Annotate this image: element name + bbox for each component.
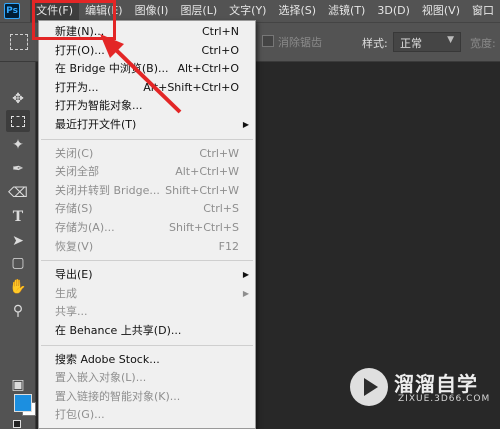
antialias-checkbox[interactable] — [262, 35, 274, 47]
menu-item[interactable]: 文字(Y) — [223, 0, 272, 22]
menu-separator — [41, 344, 253, 346]
menu-item-label: 搜索 Adobe Stock... — [55, 352, 160, 366]
file-menu-item[interactable]: 打开(O)... Ctrl+O — [39, 42, 255, 60]
antialias-label: 消除锯齿 — [278, 36, 322, 49]
menu-item-shortcut: Alt+Shift+Ctrl+O — [143, 80, 239, 94]
file-menu-item[interactable]: 在 Behance 上共享(D)... — [39, 322, 255, 340]
watermark: 溜溜自学 ZIXUE.3D66.COM — [350, 362, 500, 412]
chevron-down-icon: ▼ — [447, 35, 454, 45]
submenu-arrow-icon: ▶ — [242, 270, 249, 280]
watermark-url: ZIXUE.3D66.COM — [398, 394, 491, 404]
path-selection-tool-icon[interactable]: ➤ — [6, 230, 30, 252]
file-menu-dropdown: 新建(N)... Ctrl+N 打开(O)... Ctrl+O 在 Bridge 中浏览… — [38, 20, 256, 429]
style-select-value: 正常 — [400, 37, 422, 50]
shape-tool-icon[interactable]: ▢ — [6, 252, 30, 274]
style-select[interactable]: 正常 ▼ — [393, 32, 461, 52]
menu-item[interactable]: 滤镜(T) — [322, 0, 371, 22]
file-menu-item[interactable]: 打包(G)... — [39, 406, 255, 424]
menu-item-label: 打开为智能对象... — [55, 99, 143, 113]
menu-separator — [41, 138, 253, 140]
file-menu-item[interactable]: 打开为智能对象... — [39, 97, 255, 115]
menu-item[interactable]: 3D(D) — [371, 0, 416, 22]
menu-item-shortcut: Alt+Ctrl+O — [177, 62, 239, 76]
menu-item-shortcut: Ctrl+N — [201, 25, 239, 38]
menu-item[interactable]: 选择(S) — [272, 0, 322, 22]
menu-item-shortcut: Shift+Ctrl+S — [169, 221, 239, 234]
eraser-tool-icon[interactable]: ⌫ — [6, 182, 30, 204]
file-menu-item[interactable]: 关闭并转到 Bridge... Shift+Ctrl+W — [39, 182, 255, 200]
style-label: 样式: — [362, 37, 388, 50]
file-menu-item[interactable]: 置入链接的智能对象(K)... — [39, 388, 255, 406]
rect-marquee-icon[interactable] — [10, 34, 28, 50]
menu-item-label: 打包(G)... — [55, 408, 105, 422]
magic-wand-tool-icon[interactable]: ✦ — [6, 134, 30, 156]
menu-item[interactable]: 视图(V) — [416, 0, 466, 22]
menu-item-label: 关闭并转到 Bridge... — [55, 183, 160, 197]
menu-item-label: 存储为(A)... — [55, 221, 115, 234]
menu-item-shortcut: Alt+Ctrl+W — [175, 165, 239, 179]
menu-item[interactable]: 图像(I) — [129, 0, 175, 22]
menu-separator — [41, 260, 253, 262]
menu-item-shortcut: Ctrl+W — [199, 146, 239, 160]
zoom-tool-icon[interactable]: ⚲ — [6, 300, 30, 322]
file-menu-item[interactable]: 在 Bridge 中浏览(B)... Alt+Ctrl+O — [39, 60, 255, 78]
menu-item-label: 生成 — [55, 286, 77, 300]
menu-item-label: 置入链接的智能对象(K)... — [55, 389, 181, 403]
width-label: 宽度: — [470, 37, 496, 50]
play-icon — [364, 378, 378, 396]
menu-item[interactable]: 图层(L) — [174, 0, 223, 22]
file-menu-item[interactable]: 共享... — [39, 303, 255, 321]
photoshop-logo: Ps — [4, 3, 21, 19]
submenu-arrow-icon: ▶ — [242, 288, 249, 298]
menu-item-label: 在 Bridge 中浏览(B)... — [55, 62, 169, 76]
tools-panel: ✥ ✦ ✒ ⌫ T ➤ ▢ ✋ ⚲ ▣ — [0, 62, 36, 429]
menu-item-label: 存储(S) — [55, 202, 93, 216]
menu-item-shortcut: F12 — [218, 239, 239, 253]
marquee-tool-icon[interactable] — [6, 110, 30, 132]
eyedropper-tool-icon[interactable]: ✒ — [6, 158, 30, 180]
file-menu-item[interactable]: 置入嵌入对象(L)... — [39, 369, 255, 387]
foreground-color-swatch[interactable] — [14, 394, 32, 412]
menu-item-label: 打开(O)... — [55, 43, 105, 57]
menu-item-label: 置入嵌入对象(L)... — [55, 371, 147, 385]
menu-item-shortcut: Ctrl+O — [201, 43, 239, 57]
watermark-title: 溜溜自学 — [394, 372, 478, 396]
menu-item-label: 关闭全部 — [55, 165, 99, 179]
file-menu-item[interactable]: 搜索 Adobe Stock... — [39, 351, 255, 369]
file-menu-item[interactable]: 最近打开文件(T) ▶ — [39, 116, 255, 134]
file-menu-item[interactable]: 存储(S) Ctrl+S — [39, 200, 255, 218]
file-menu-item[interactable]: 关闭(C) Ctrl+W — [39, 145, 255, 163]
file-menu-item[interactable]: 恢复(V) F12 — [39, 238, 255, 256]
type-tool-icon[interactable]: T — [6, 206, 30, 228]
annotation-highlight-box — [32, 0, 116, 40]
file-menu-item[interactable]: 导出(E) ▶ — [39, 266, 255, 284]
menu-item-shortcut: Shift+Ctrl+W — [165, 183, 239, 197]
submenu-arrow-icon: ▶ — [242, 120, 249, 129]
menu-item[interactable]: 窗口 — [466, 0, 500, 22]
menu-item-label: 关闭(C) — [55, 146, 94, 160]
file-menu-item[interactable]: 关闭全部 Alt+Ctrl+W — [39, 163, 255, 181]
screen-mode-icon[interactable]: ▣ — [6, 374, 30, 396]
file-menu-item[interactable]: 生成 ▶ — [39, 285, 255, 303]
move-tool-icon[interactable]: ✥ — [6, 88, 30, 110]
menu-item-label: 导出(E) — [55, 268, 93, 282]
menu-item-shortcut: Ctrl+S — [203, 202, 239, 216]
hand-tool-icon[interactable]: ✋ — [6, 276, 30, 298]
menu-item-label: 共享... — [55, 305, 88, 319]
file-menu-item[interactable]: 打开为... Alt+Shift+Ctrl+O — [39, 79, 255, 97]
default-colors-icon[interactable] — [13, 420, 21, 428]
file-menu-item[interactable]: 存储为(A)... Shift+Ctrl+S — [39, 219, 255, 237]
menu-item-label: 在 Behance 上共享(D)... — [55, 324, 182, 337]
menu-item-label: 打开为... — [55, 80, 99, 94]
menu-item-label: 最近打开文件(T) — [55, 118, 137, 131]
menu-item-label: 恢复(V) — [55, 239, 94, 253]
